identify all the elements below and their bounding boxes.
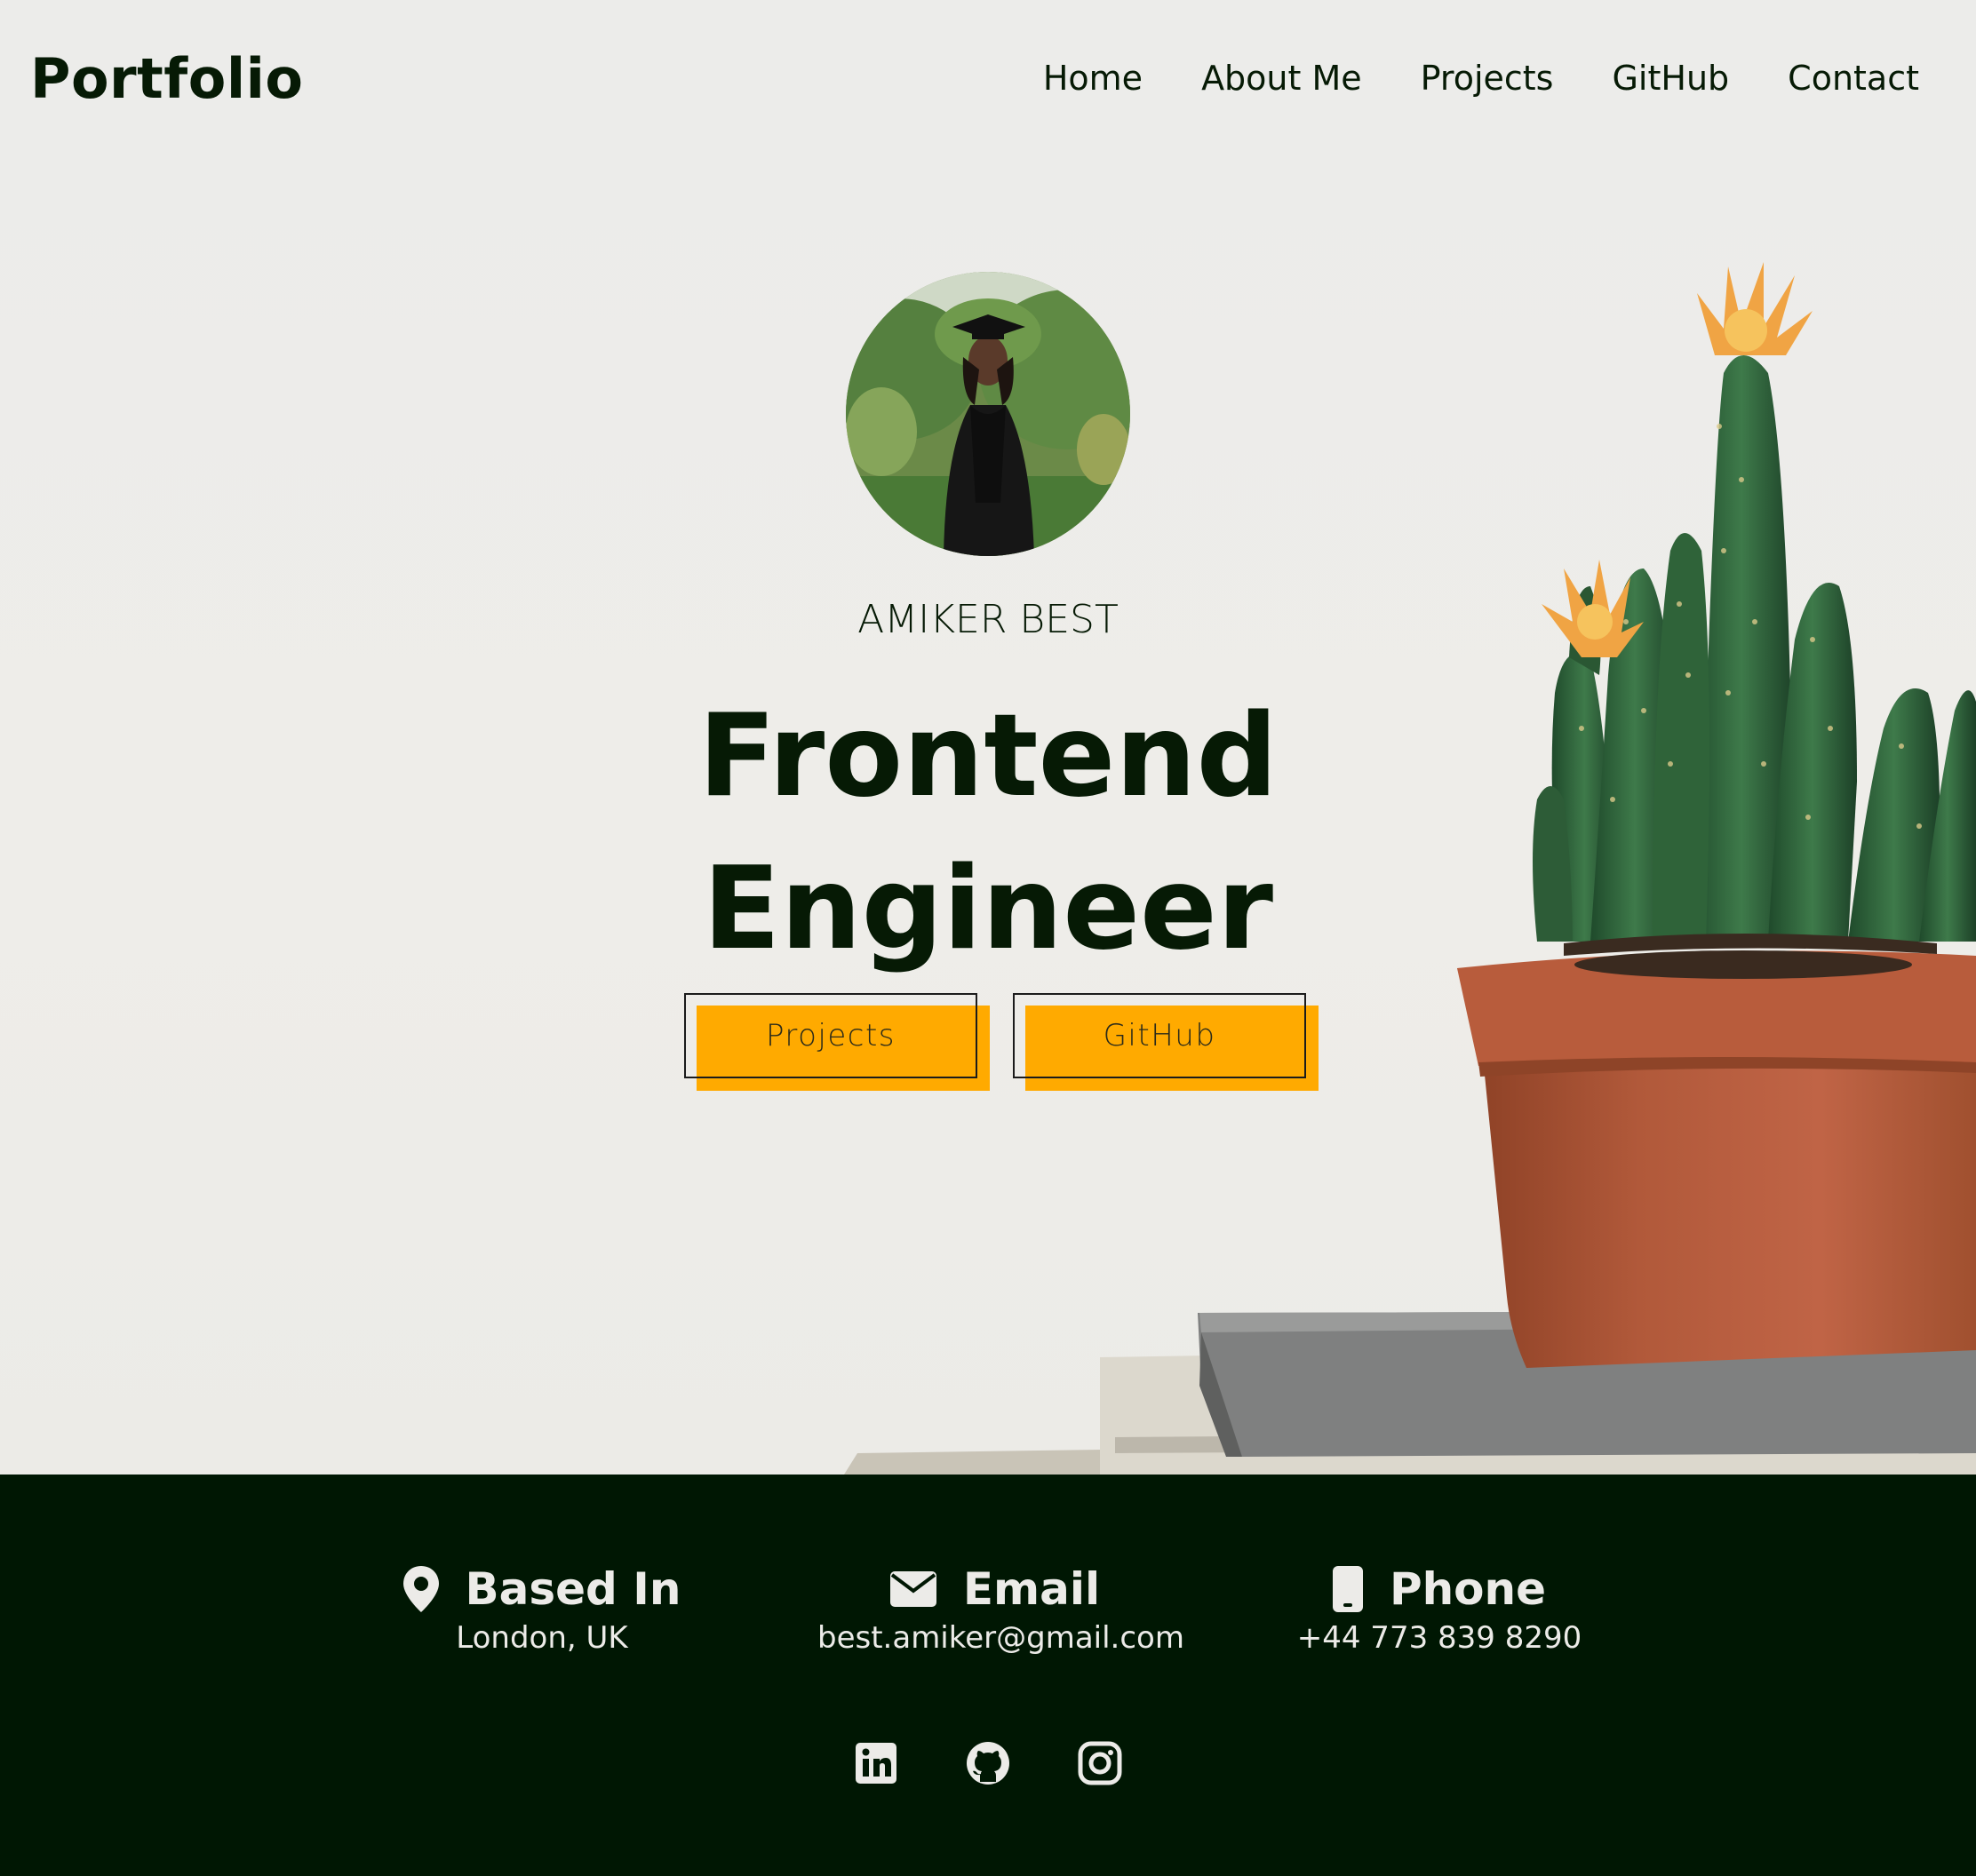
social-links [0, 1741, 1976, 1785]
instagram-icon[interactable] [1078, 1741, 1122, 1785]
envelope-icon [889, 1571, 936, 1607]
brand-logo[interactable]: Portfolio [30, 46, 303, 111]
phone-title: Phone [1389, 1563, 1547, 1615]
phone-block: Phone +44 773 839 8290 [1279, 1563, 1599, 1656]
location-pin-icon [402, 1566, 439, 1612]
based-in-title: Based In [465, 1563, 681, 1615]
github-button[interactable]: GitHub [1013, 993, 1319, 1091]
headline-line-1: Frontend [697, 690, 1279, 823]
headline-line-2: Engineer [703, 843, 1273, 975]
mobile-phone-icon [1332, 1566, 1363, 1612]
hero-headline: Frontend Engineer [633, 680, 1343, 986]
projects-button[interactable]: Projects [684, 993, 990, 1091]
projects-button-label: Projects [684, 993, 977, 1078]
person-name: AMIKER BEST [857, 597, 1119, 642]
github-icon[interactable] [966, 1741, 1010, 1785]
profile-avatar [846, 272, 1130, 556]
github-button-label: GitHub [1013, 993, 1306, 1078]
hero-section: Portfolio Home About Me Projects GitHub … [0, 0, 1976, 1475]
based-in-block: Based In London, UK [391, 1563, 693, 1656]
email-value[interactable]: best.amiker@gmail.com [817, 1620, 1184, 1656]
nav-github[interactable]: GitHub [1612, 59, 1729, 98]
email-block: Email best.amiker@gmail.com [817, 1563, 1184, 1656]
main-nav: Home About Me Projects GitHub Contact [1043, 59, 1919, 98]
linkedin-icon[interactable] [854, 1741, 898, 1785]
phone-value[interactable]: +44 773 839 8290 [1279, 1620, 1599, 1656]
contact-footer: Based In London, UK Email best.amiker@gm… [0, 1475, 1976, 1876]
nav-about-me[interactable]: About Me [1201, 59, 1362, 98]
nav-contact[interactable]: Contact [1788, 59, 1919, 98]
nav-home[interactable]: Home [1043, 59, 1143, 98]
based-in-value: London, UK [456, 1620, 628, 1656]
nav-projects[interactable]: Projects [1421, 59, 1554, 98]
email-title: Email [962, 1563, 1101, 1615]
